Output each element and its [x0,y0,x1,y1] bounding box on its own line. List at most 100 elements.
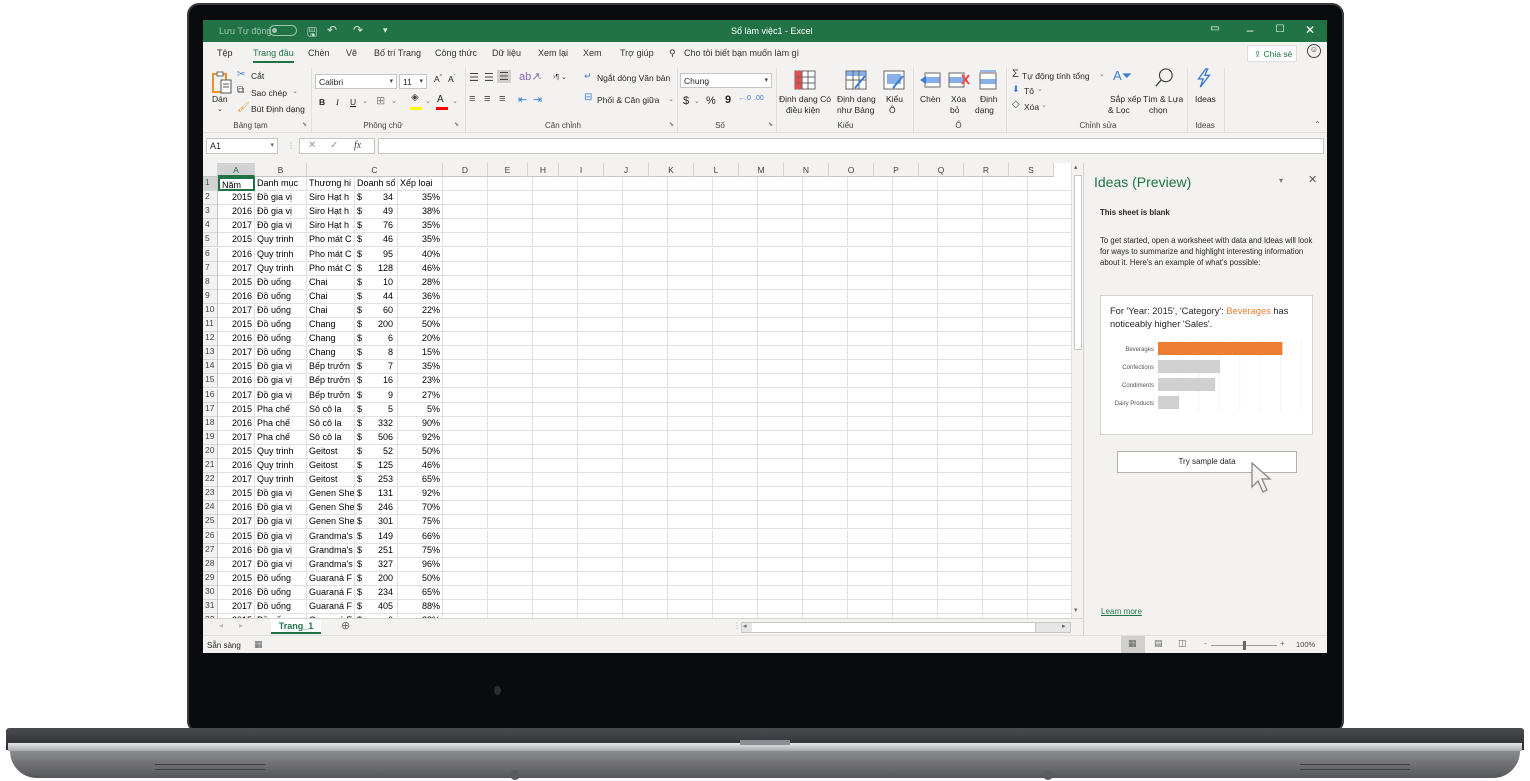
cell-brand[interactable]: Geitost [307,459,355,474]
ribbon-display-options-icon[interactable]: ▭ [1204,23,1226,34]
cell-brand[interactable]: Pho mát C [307,247,355,262]
cell-rating[interactable]: 75% [398,543,443,558]
autosum-dropdown-icon[interactable]: ⌄ [1099,70,1105,78]
cell-category[interactable]: Quy trinh [255,459,307,474]
cell-empty[interactable] [1028,501,1073,516]
scroll-left-icon[interactable]: ◂ [743,622,747,630]
row-header[interactable]: 4 [203,219,218,234]
currency-button[interactable]: $ [683,95,689,107]
cell-empty[interactable] [668,346,713,361]
cell-empty[interactable] [668,529,713,544]
cell-empty[interactable] [623,600,668,615]
cell-empty[interactable] [668,247,713,262]
cell-empty[interactable] [713,515,758,530]
cell-empty[interactable] [803,346,848,361]
cell-empty[interactable] [578,444,623,459]
cell-empty[interactable] [533,515,578,530]
cell-empty[interactable] [623,459,668,474]
cell-empty[interactable] [443,374,488,389]
row-header[interactable]: 10 [203,303,218,318]
cell-brand[interactable]: Pho mát C [307,261,355,276]
cell-empty[interactable] [668,487,713,502]
cell-empty[interactable] [803,247,848,262]
cell-empty[interactable] [668,585,713,600]
clear-dropdown-icon[interactable]: ⌄ [1041,101,1047,109]
cell-empty[interactable] [1028,191,1073,206]
page-layout-view-icon[interactable]: ▤ [1154,638,1163,649]
cell-rating[interactable]: 70% [398,501,443,516]
cell-empty[interactable] [893,402,938,417]
cell-sales[interactable]: $8 [355,346,398,361]
cell-empty[interactable] [803,600,848,615]
cell-empty[interactable] [623,332,668,347]
cell-empty[interactable] [443,501,488,516]
cell-empty[interactable] [1028,332,1073,347]
cell-empty[interactable] [713,543,758,558]
row-header[interactable]: 8 [203,275,218,290]
cell-empty[interactable] [668,416,713,431]
cell-empty[interactable] [488,374,533,389]
cell-empty[interactable] [623,487,668,502]
cell-rating[interactable]: 65% [398,585,443,600]
cell-empty[interactable] [1028,416,1073,431]
cell-empty[interactable] [938,303,983,318]
cell-brand[interactable]: Sô cô la [307,430,355,445]
cell-empty[interactable] [623,501,668,516]
cell-empty[interactable] [983,388,1028,403]
cell-empty[interactable] [578,360,623,375]
row-header[interactable]: 29 [203,571,218,586]
cell-empty[interactable] [803,402,848,417]
cell-brand[interactable]: Siro Hạt h [307,191,355,206]
cell-category[interactable]: Quy trinh [255,247,307,262]
cell-empty[interactable] [578,219,623,234]
cell-brand[interactable]: Genen She [307,501,355,516]
cell-brand[interactable]: Sô cô la [307,416,355,431]
cell-empty[interactable] [983,515,1028,530]
cell-empty[interactable] [578,430,623,445]
cell-empty[interactable] [758,571,803,586]
prev-sheet-icon[interactable]: ◂ [219,621,223,630]
cell-empty[interactable] [533,247,578,262]
cell-empty[interactable] [443,191,488,206]
cell-empty[interactable] [848,374,893,389]
cell-empty[interactable] [443,543,488,558]
cell-empty[interactable] [983,374,1028,389]
cell-empty[interactable] [938,247,983,262]
cell-empty[interactable] [578,177,623,192]
cell-empty[interactable] [893,261,938,276]
cell-empty[interactable] [668,543,713,558]
horizontal-scroll-thumb[interactable] [752,623,1036,632]
minimize-icon[interactable]: – [1239,23,1261,37]
font-color-icon[interactable]: A [437,94,444,105]
cell-category[interactable]: Quy trinh [255,233,307,248]
column-header-l[interactable]: L [694,163,739,177]
cell-empty[interactable] [533,585,578,600]
cell-category[interactable]: Đồ uống [255,332,307,347]
cell-empty[interactable] [893,219,938,234]
cell-empty[interactable] [488,501,533,516]
cell-empty[interactable] [668,501,713,516]
cell-empty[interactable] [443,585,488,600]
confirm-entry-icon[interactable]: ✓ [330,140,338,151]
row-header[interactable]: 13 [203,346,218,361]
cell-empty[interactable] [893,473,938,488]
cell-year[interactable]: 2015 [218,487,255,502]
fill-button[interactable]: Tô [1024,86,1034,96]
cell-empty[interactable] [893,346,938,361]
tell-me-input[interactable]: Cho tôi biết bạn muốn làm gì [684,48,799,58]
cell-empty[interactable] [533,501,578,516]
feedback-smiley-icon[interactable]: ☺ [1307,44,1321,58]
cell-year[interactable]: 2015 [218,402,255,417]
cell-empty[interactable] [713,205,758,220]
cell-empty[interactable] [443,529,488,544]
cell-empty[interactable] [533,430,578,445]
cell-empty[interactable] [713,346,758,361]
customize-quick-access-icon[interactable]: ▾ [383,25,388,36]
cell-empty[interactable] [758,177,803,192]
cell-empty[interactable] [713,557,758,572]
accessibility-icon[interactable]: ▦ [254,639,263,650]
cell-empty[interactable] [803,177,848,192]
cell-empty[interactable] [443,402,488,417]
cell-empty[interactable] [848,346,893,361]
tell-me-search-icon[interactable]: ⚲ [669,48,676,59]
